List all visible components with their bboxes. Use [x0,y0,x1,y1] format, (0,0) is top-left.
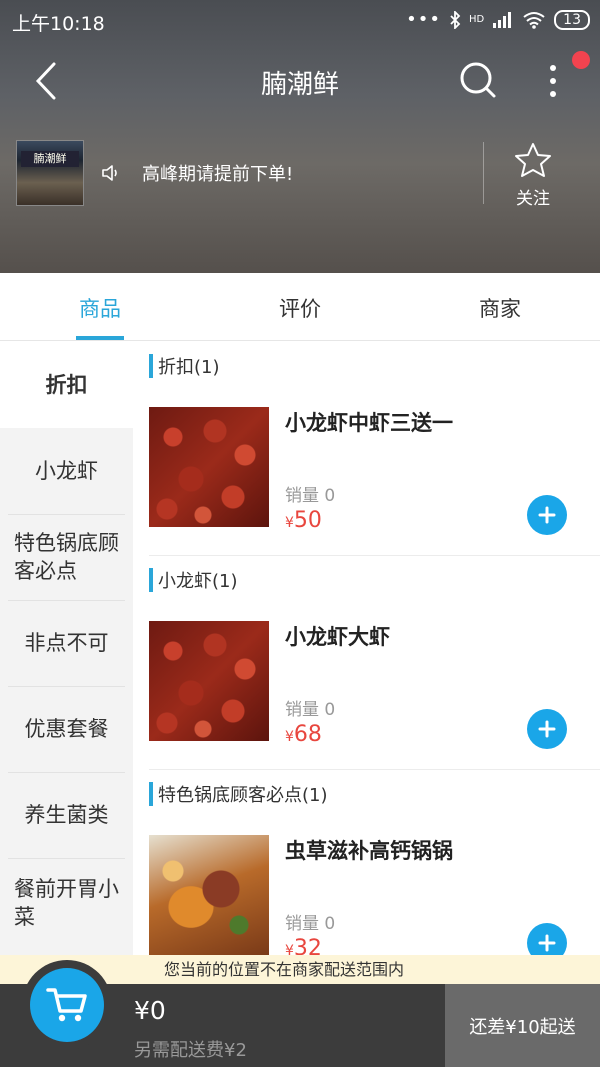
product-name: 小龙虾中虾三送一 [285,411,453,435]
plus-icon [538,720,556,738]
speaker-icon [102,165,117,181]
section-marker [149,354,153,378]
status-time: 上午10:18 [12,13,105,35]
section-header: 折扣(1) [149,352,220,380]
product-price: ¥32 [285,936,322,955]
follow-button[interactable]: 关注 [506,142,560,209]
sidebar-item-appetizer[interactable]: 餐前开胃小菜 [0,860,133,946]
product-sales: 销量 0 [285,486,336,506]
product-price: ¥50 [285,508,322,533]
product-name: 虫草滋补高钙锅锅 [285,839,453,863]
shopping-cart-icon [46,988,87,1022]
sidebar-item-mushroom[interactable]: 养生菌类 [0,772,133,858]
signal-icon [493,11,512,28]
status-icons: ••• HD 13 [406,9,590,30]
plus-icon [538,934,556,952]
sidebar-item-discount[interactable]: 折扣 [0,342,133,428]
product-image[interactable] [149,835,269,955]
shop-thumbnail-sign: 腩潮鲜 [21,151,79,167]
section-title: 小龙虾(1) [158,571,238,592]
sidebar-item-crayfish[interactable]: 小龙虾 [0,428,133,514]
tab-reviews[interactable]: 评价 [200,293,400,323]
add-to-cart-button[interactable] [527,709,567,749]
plus-icon [538,506,556,524]
notification-dot [572,51,590,69]
add-to-cart-button[interactable] [527,495,567,535]
product-price: ¥68 [285,722,322,747]
cart-total: ¥0 [134,996,166,1025]
tab-bar: 商品 评价 商家 [0,273,600,341]
product-card[interactable]: 小龙虾大虾 销量 0 ¥68 [149,621,600,771]
currency-symbol: ¥ [285,515,294,531]
section-title: 特色锅底顾客必点(1) [158,785,328,806]
more-menu-button[interactable] [536,58,570,104]
follow-label: 关注 [516,189,550,209]
nav-bar: 腩潮鲜 [0,50,600,112]
status-bar: 上午10:18 ••• HD 13 [0,0,600,40]
shop-info: 腩潮鲜 高峰期请提前下单! 关注 [0,138,600,209]
category-sidebar: 折扣 小龙虾 特色锅底顾客必点 非点不可 优惠套餐 养生菌类 餐前开胃小菜 [0,342,133,955]
section-title: 折扣(1) [158,357,220,378]
section-marker [149,782,153,806]
more-notifications-icon: ••• [406,9,441,30]
search-icon [460,62,496,98]
product-list: 折扣(1) 小龙虾中虾三送一 销量 0 ¥50 小龙虾(1) 小龙虾大虾 销量 … [133,342,600,955]
product-name: 小龙虾大虾 [285,625,390,649]
product-card[interactable]: 虫草滋补高钙锅锅 销量 0 ¥32 [149,835,600,955]
shop-header: 上午10:18 ••• HD 13 腩潮鲜 腩潮鲜 高峰期请提前下单! 关注 [0,0,600,273]
sidebar-item-must-order[interactable]: 非点不可 [0,600,133,686]
checkout-button[interactable]: 还差¥10起送 [445,984,600,1067]
battery-indicator: 13 [554,9,590,30]
section-marker [149,568,153,592]
product-image[interactable] [149,621,269,741]
section-header: 特色锅底顾客必点(1) [149,780,328,808]
sidebar-divider [8,858,125,859]
page-title: 腩潮鲜 [260,70,339,100]
price-value: 32 [293,936,322,955]
row-divider [149,769,600,770]
search-button[interactable] [455,58,501,104]
product-image[interactable] [149,407,269,527]
product-sales: 销量 0 [285,700,336,720]
currency-symbol: ¥ [285,729,294,745]
row-divider [149,555,600,556]
wifi-icon [523,11,545,29]
delivery-fee: 另需配送费¥2 [134,1040,247,1061]
bluetooth-icon [450,10,461,29]
header-divider [483,142,484,204]
product-sales: 销量 0 [285,914,336,934]
sidebar-item-combo[interactable]: 优惠套餐 [0,686,133,772]
shop-notice: 高峰期请提前下单! [142,164,294,185]
tab-merchant[interactable]: 商家 [400,293,600,323]
more-vertical-icon [550,65,556,97]
active-tab-indicator [76,336,124,340]
sidebar-item-hotpot-base[interactable]: 特色锅底顾客必点 [0,514,133,600]
cart-button[interactable] [30,968,104,1042]
star-icon [515,143,551,177]
shop-thumbnail[interactable]: 腩潮鲜 [16,140,84,206]
tab-products[interactable]: 商品 [0,293,200,323]
product-card[interactable]: 小龙虾中虾三送一 销量 0 ¥50 [149,407,600,557]
add-to-cart-button[interactable] [527,923,567,955]
price-value: 68 [293,722,322,747]
price-value: 50 [293,508,322,533]
section-header: 小龙虾(1) [149,566,238,594]
currency-symbol: ¥ [285,943,294,955]
network-type: HD [468,14,485,25]
